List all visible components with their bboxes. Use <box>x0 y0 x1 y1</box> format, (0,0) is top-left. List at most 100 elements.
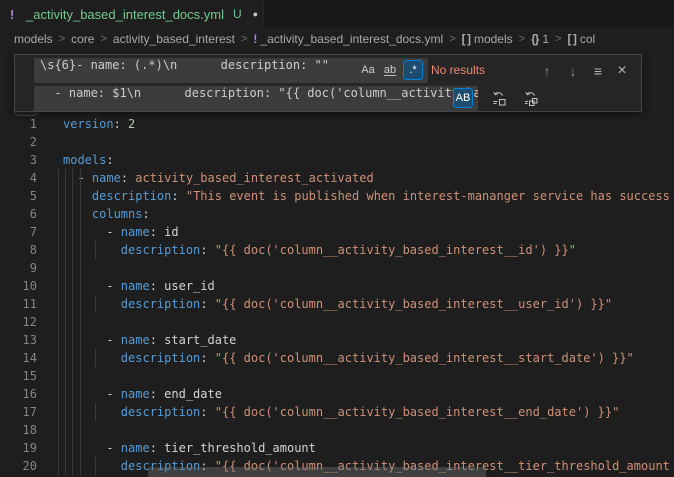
code-line[interactable]: 7 - name: id <box>0 223 674 241</box>
code-line[interactable]: 6 columns: <box>0 205 674 223</box>
line-content: - name: tier_threshold_amount <box>37 439 316 457</box>
whole-word-toggle[interactable]: ab <box>380 60 400 80</box>
breadcrumb-separator: > <box>555 33 561 45</box>
line-number: 2 <box>0 133 37 151</box>
breadcrumb-label: activity_based_interest <box>113 32 235 46</box>
indent-guide <box>95 403 96 421</box>
replace-input-value: - name: $1\n description: "{{ doc('colum… <box>40 86 478 100</box>
find-replace-widget: \s{6}- name: (.*)\n description: "" Aa a… <box>14 54 642 112</box>
yaml-file-icon: ! <box>10 7 22 22</box>
line-number: 17 <box>0 403 37 421</box>
line-number: 5 <box>0 187 37 205</box>
line-number: 14 <box>0 349 37 367</box>
tab-bar: ! _activity_based_interest_docs.yml U ● <box>0 0 674 28</box>
line-number: 12 <box>0 313 37 331</box>
line-content: description: "{{ doc('column__activity_b… <box>37 241 576 259</box>
replace-icon <box>491 91 507 107</box>
code-line[interactable]: 18 <box>0 421 674 439</box>
code-line[interactable]: 19 - name: tier_threshold_amount <box>0 439 674 457</box>
breadcrumb-item[interactable]: [ ] models <box>462 32 513 46</box>
match-case-toggle[interactable]: Aa <box>358 60 378 80</box>
code-line[interactable]: 16 - name: end_date <box>0 385 674 403</box>
tab-active[interactable]: ! _activity_based_interest_docs.yml U ● <box>0 0 264 28</box>
find-input[interactable]: \s{6}- name: (.*)\n description: "" Aa a… <box>34 58 428 83</box>
code-line[interactable]: 4 - name: activity_based_interest_activa… <box>0 169 674 187</box>
breadcrumb-item[interactable]: models <box>14 32 53 46</box>
regex-toggle[interactable]: .* <box>403 60 423 80</box>
replace-all-button[interactable] <box>520 88 542 110</box>
breadcrumb-label: 1 <box>542 32 549 46</box>
indent-guide <box>80 169 81 475</box>
find-previous-button[interactable]: ↑ <box>536 60 558 82</box>
line-content: description: "{{ doc('column__activity_b… <box>37 349 634 367</box>
git-status-badge: U <box>233 7 242 21</box>
line-content: models: <box>37 151 114 169</box>
code-line[interactable]: 10 - name: user_id <box>0 277 674 295</box>
code-line[interactable]: 9 <box>0 259 674 277</box>
symbol-object-icon: {} <box>531 32 538 46</box>
vscode-editor-window: ! _activity_based_interest_docs.yml U ● … <box>0 0 674 477</box>
symbol-array-icon: [ ] <box>568 32 576 46</box>
line-number: 3 <box>0 151 37 169</box>
indent-guide <box>72 169 73 475</box>
code-line[interactable]: 12 <box>0 313 674 331</box>
find-status: No results <box>431 58 485 83</box>
line-number: 18 <box>0 421 37 439</box>
line-content: - name: start_date <box>37 331 236 349</box>
breadcrumb-separator: > <box>519 33 525 45</box>
line-content <box>37 259 63 277</box>
tab-filename: _activity_based_interest_docs.yml <box>26 7 224 22</box>
line-content <box>37 313 63 331</box>
line-number: 13 <box>0 331 37 349</box>
breadcrumb-item[interactable]: activity_based_interest <box>113 32 235 46</box>
code-line[interactable]: 11 description: "{{ doc('column__activit… <box>0 295 674 313</box>
line-number: 1 <box>0 115 37 133</box>
breadcrumb-item[interactable]: {} 1 <box>531 32 549 46</box>
indent-guide <box>95 457 96 475</box>
line-number: 6 <box>0 205 37 223</box>
line-content: - name: user_id <box>37 277 215 295</box>
line-number: 4 <box>0 169 37 187</box>
line-content: description: "This event is published wh… <box>37 187 670 205</box>
breadcrumb-item[interactable]: ! _activity_based_interest_docs.yml <box>253 32 443 46</box>
indent-guide <box>65 169 66 475</box>
code-line[interactable]: 2 <box>0 133 674 151</box>
line-number: 7 <box>0 223 37 241</box>
line-content: - name: activity_based_interest_activate… <box>37 169 374 187</box>
line-number: 9 <box>0 259 37 277</box>
breadcrumb-label: _activity_based_interest_docs.yml <box>260 32 443 46</box>
breadcrumb: models>core>activity_based_interest>!_ac… <box>0 28 674 50</box>
horizontal-scrollbar[interactable] <box>148 467 486 477</box>
code-line[interactable]: 14 description: "{{ doc('column__activit… <box>0 349 674 367</box>
find-next-button[interactable]: ↓ <box>562 60 584 82</box>
breadcrumb-label: models <box>474 32 513 46</box>
code-line[interactable]: 15 <box>0 367 674 385</box>
replace-all-icon <box>523 91 539 107</box>
find-in-selection-toggle[interactable]: ≡ <box>587 60 609 82</box>
code-line[interactable]: 1version: 2 <box>0 115 674 133</box>
breadcrumb-item[interactable]: core <box>71 32 94 46</box>
line-content <box>37 421 63 439</box>
yaml-file-icon: ! <box>253 32 256 46</box>
modified-dot-icon[interactable]: ● <box>253 9 258 19</box>
code-line[interactable]: 17 description: "{{ doc('column__activit… <box>0 403 674 421</box>
line-number: 8 <box>0 241 37 259</box>
line-content: description: "{{ doc('column__activity_b… <box>37 295 612 313</box>
code-line[interactable]: 13 - name: start_date <box>0 331 674 349</box>
replace-button[interactable] <box>488 88 510 110</box>
code-line[interactable]: 3models: <box>0 151 674 169</box>
code-line[interactable]: 5 description: "This event is published … <box>0 187 674 205</box>
breadcrumb-label: models <box>14 32 53 46</box>
breadcrumb-item[interactable]: [ ] col <box>568 32 596 46</box>
code-area: 1version: 223models:4 - name: activity_b… <box>0 115 674 475</box>
symbol-array-icon: [ ] <box>462 32 470 46</box>
line-number: 11 <box>0 295 37 313</box>
preserve-case-toggle[interactable]: AB <box>453 88 473 108</box>
close-icon[interactable]: × <box>611 60 633 82</box>
line-content: description: "{{ doc('column__activity_b… <box>37 403 619 421</box>
code-line[interactable]: 8 description: "{{ doc('column__activity… <box>0 241 674 259</box>
indent-guide <box>95 295 96 313</box>
replace-input[interactable]: - name: $1\n description: "{{ doc('colum… <box>34 86 478 111</box>
line-content <box>37 367 63 385</box>
breadcrumb-label: col <box>580 32 595 46</box>
